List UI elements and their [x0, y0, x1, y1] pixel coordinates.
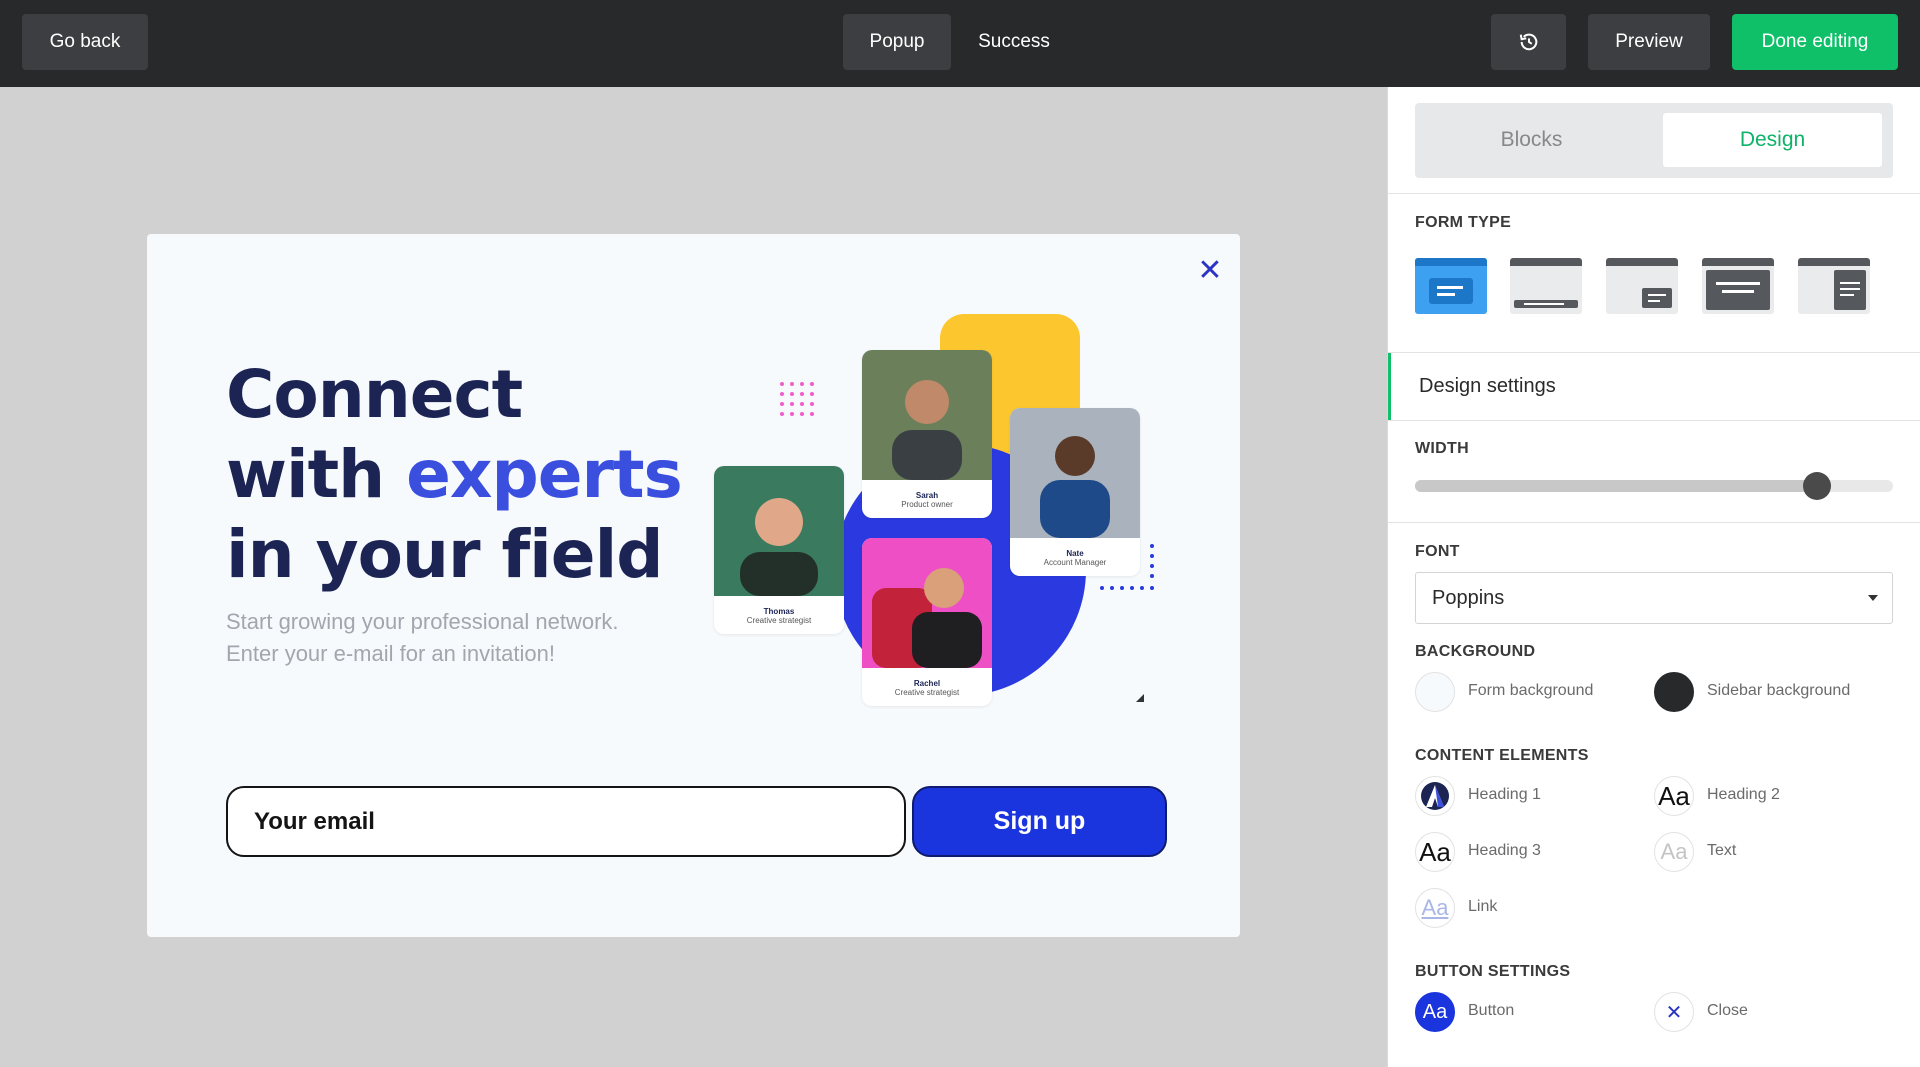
popup-layout-icon	[1429, 278, 1473, 304]
form-background-label[interactable]: Form background	[1468, 682, 1593, 700]
font-select[interactable]: Poppins	[1415, 572, 1893, 624]
tab-blocks[interactable]: Blocks	[1415, 113, 1648, 167]
popup-subtext[interactable]: Start growing your professional network.…	[226, 606, 706, 670]
form-type-full-screen[interactable]	[1702, 258, 1774, 314]
button-settings-title: BUTTON SETTINGS	[1415, 963, 1571, 980]
heading-1-label[interactable]: Heading 1	[1468, 786, 1541, 804]
slide-in-layout-icon	[1642, 288, 1672, 308]
chevron-down-icon	[1868, 595, 1878, 601]
person-photo	[862, 350, 992, 480]
sidebar-background-label[interactable]: Sidebar background	[1707, 682, 1850, 700]
form-type-slide-in[interactable]	[1606, 258, 1678, 314]
heading-2-label[interactable]: Heading 2	[1707, 786, 1780, 804]
sidebar-background-swatch[interactable]	[1654, 672, 1694, 712]
tab-success[interactable]: Success	[963, 14, 1065, 70]
form-type-title: FORM TYPE	[1415, 214, 1512, 231]
width-slider-handle[interactable]	[1803, 472, 1831, 500]
close-icon[interactable]: ✕	[1197, 256, 1223, 286]
form-type-bar[interactable]	[1510, 258, 1582, 314]
popup-heading[interactable]: Connect with experts in your field	[226, 355, 746, 595]
heading-3-swatch[interactable]: Aa	[1415, 832, 1455, 872]
history-button[interactable]	[1491, 14, 1566, 70]
form-type-sidebar[interactable]	[1798, 258, 1870, 314]
width-slider-fill	[1415, 480, 1817, 492]
background-title: BACKGROUND	[1415, 643, 1536, 660]
tab-design[interactable]: Design	[1663, 113, 1882, 167]
width-title: WIDTH	[1415, 440, 1469, 457]
done-editing-button[interactable]: Done editing	[1732, 14, 1898, 70]
person-card: Rachel Creative strategist	[862, 538, 992, 706]
sidebar-layout-icon	[1834, 270, 1866, 310]
divider	[1388, 193, 1920, 194]
preview-button[interactable]: Preview	[1588, 14, 1710, 70]
heading-3-label[interactable]: Heading 3	[1468, 842, 1541, 860]
experts-illustration: Sarah Product owner Nate Account Manager…	[710, 310, 1170, 710]
heading-1-icon	[1421, 782, 1449, 810]
heading-1-swatch[interactable]	[1415, 776, 1455, 816]
go-back-button[interactable]: Go back	[22, 14, 148, 70]
heading-2-swatch[interactable]: Aa	[1654, 776, 1694, 816]
person-card: Nate Account Manager	[1010, 408, 1140, 576]
divider	[1388, 522, 1920, 523]
person-photo	[862, 538, 992, 668]
bar-layout-icon	[1514, 300, 1578, 308]
content-elements-title: CONTENT ELEMENTS	[1415, 747, 1589, 764]
close-style-swatch[interactable]: ✕	[1654, 992, 1694, 1032]
design-settings-row[interactable]: Design settings	[1388, 353, 1920, 420]
link-swatch[interactable]: Aa	[1415, 888, 1455, 928]
text-swatch[interactable]: Aa	[1654, 832, 1694, 872]
form-background-swatch[interactable]	[1415, 672, 1455, 712]
person-photo	[714, 466, 844, 596]
font-title: FONT	[1415, 543, 1460, 560]
history-icon	[1519, 33, 1537, 51]
tab-popup[interactable]: Popup	[843, 14, 951, 70]
form-type-popup[interactable]	[1415, 258, 1487, 314]
person-card: Thomas Creative strategist	[714, 466, 844, 634]
button-style-swatch[interactable]: Aa	[1415, 992, 1455, 1032]
link-label[interactable]: Link	[1468, 898, 1497, 916]
close-icon: ✕	[1665, 1001, 1683, 1024]
button-label[interactable]: Button	[1468, 1002, 1514, 1020]
full-screen-layout-icon	[1706, 270, 1770, 310]
email-input[interactable]	[226, 786, 906, 857]
text-label[interactable]: Text	[1707, 842, 1736, 860]
person-card: Sarah Product owner	[862, 350, 992, 518]
close-label[interactable]: Close	[1707, 1002, 1748, 1020]
sign-up-button[interactable]: Sign up	[912, 786, 1167, 857]
person-photo	[1010, 408, 1140, 538]
divider	[1388, 420, 1920, 421]
